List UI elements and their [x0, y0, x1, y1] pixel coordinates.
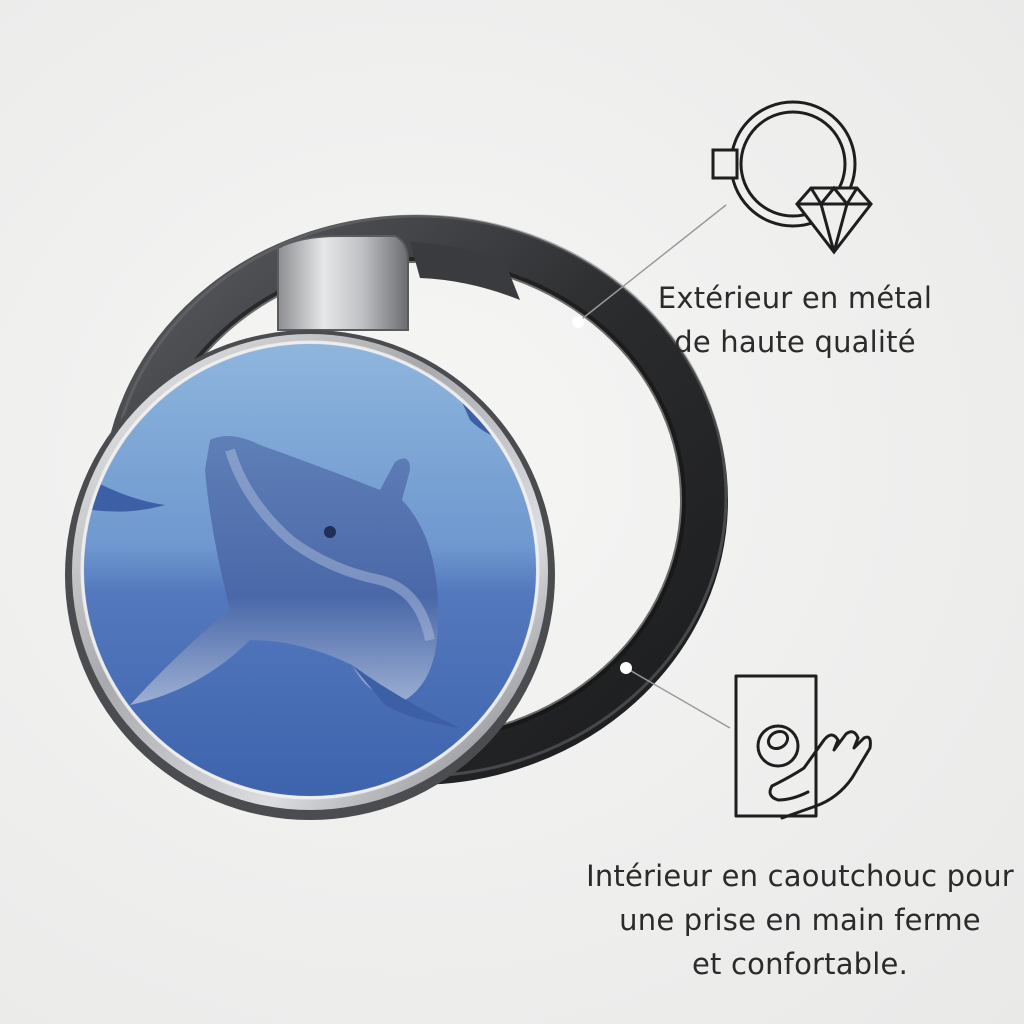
- rubber-caption-line-2: une prise en main ferme: [619, 903, 981, 937]
- hinge: [277, 235, 409, 331]
- ring-with-diamond-icon: [711, 100, 873, 255]
- metal-exterior-caption: Extérieur en métal de haute qualité: [630, 276, 960, 364]
- rubber-interior-caption: Intérieur en caoutchouc pour une prise e…: [580, 854, 1020, 986]
- finger-grip-icon: [734, 674, 872, 820]
- metal-caption-line-1: Extérieur en métal: [657, 281, 933, 315]
- rubber-caption-line-3: et confortable.: [691, 947, 909, 981]
- rubber-caption-line-1: Intérieur en caoutchouc pour: [586, 859, 1014, 893]
- product-feature-graphic: Extérieur en métal de haute qualité Inté…: [0, 0, 1024, 1024]
- metal-caption-line-2: de haute qualité: [674, 325, 916, 359]
